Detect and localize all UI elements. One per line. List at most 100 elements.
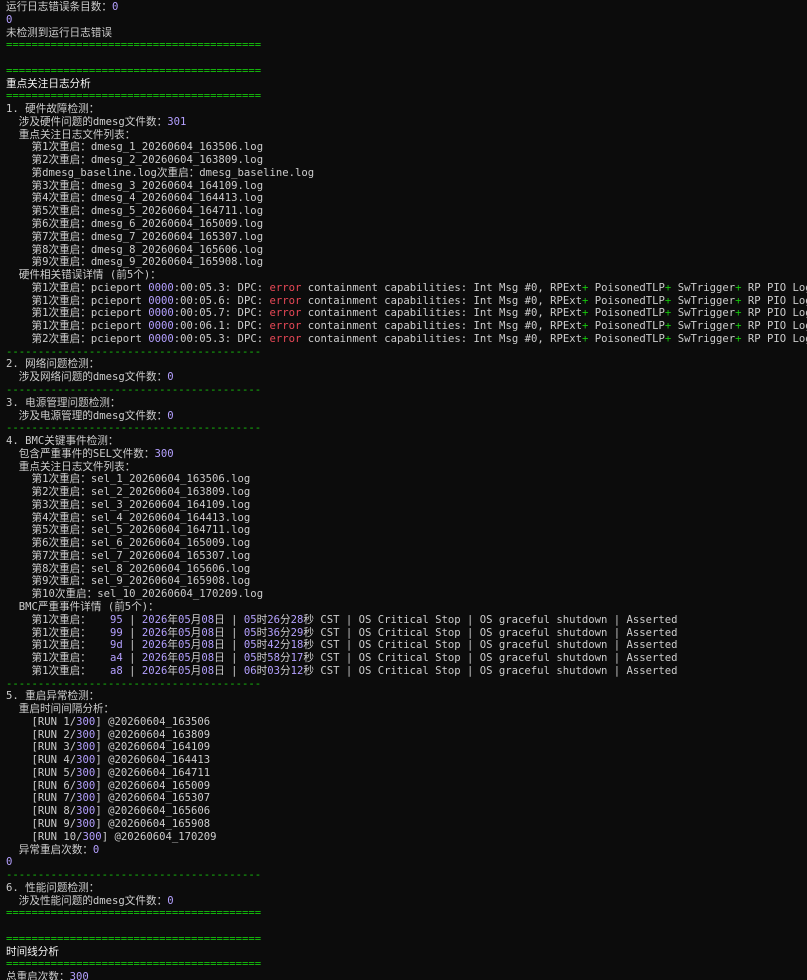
text-segment: 08	[201, 639, 215, 652]
text-segment: 时	[256, 652, 268, 665]
separator-line: ========================================	[0, 90, 807, 103]
text-segment: 第9次重启：sel_9_20260604_165908.log	[31, 575, 251, 588]
text-segment: 日 |	[214, 613, 244, 626]
separator-line: ========================================	[0, 65, 807, 78]
text-segment: RP PIO Log 6, DL_ActiveErr	[747, 294, 807, 307]
text-segment: 300	[69, 971, 89, 980]
output-line: 第3次重启：dmesg_3_20260604_164109.log	[0, 180, 807, 193]
output-line: 第3次重启：sel_3_20260604_164109.log	[0, 499, 807, 512]
output-line: 第1次重启： a8 | 2026年05月08日 | 06时03分12秒 CST …	[0, 665, 807, 678]
text-segment: 36	[267, 626, 280, 639]
text-segment: 第1次重启：pcieport	[31, 294, 149, 307]
text-segment: 年	[167, 652, 179, 665]
output-line: 6. 性能问题检测：	[0, 882, 807, 895]
text-segment: 第1次重启：	[31, 626, 110, 639]
text-segment: 5. 重启异常检测：	[6, 690, 100, 703]
text-segment: 0000	[148, 320, 174, 333]
text-segment: 月	[190, 626, 202, 639]
text-segment: 2026	[141, 626, 168, 639]
text-segment: 2026	[141, 639, 168, 652]
text-segment: 05	[243, 626, 257, 639]
text-segment: [RUN 8/	[31, 805, 77, 818]
output-line: 第2次重启：pcieport 0000:00:05.3: DPC: error …	[0, 333, 807, 346]
text-segment: a8	[110, 664, 123, 677]
output-line: 第1次重启：pcieport 0000:00:05.7: DPC: error …	[0, 307, 807, 320]
text-segment: 涉及硬件问题的dmesg文件数：	[18, 115, 168, 128]
text-segment: 301	[167, 115, 187, 128]
output-line: 第9次重启：dmesg_9_20260604_165908.log	[0, 256, 807, 269]
output-line: 第8次重启：dmesg_8_20260604_165606.log	[0, 244, 807, 257]
text-segment: ----------------------------------------	[6, 383, 262, 396]
output-line: 重点关注日志文件列表：	[0, 129, 807, 142]
output-line: 第6次重启：dmesg_6_20260604_165009.log	[0, 218, 807, 231]
text-segment: 异常重启次数：	[18, 843, 93, 856]
text-segment: error	[269, 307, 302, 320]
text-segment: 年	[167, 639, 179, 652]
output-line: [RUN 4/300] @20260604_164413	[0, 754, 807, 767]
output-line: 第4次重启：dmesg_4_20260604_164413.log	[0, 192, 807, 205]
text-segment: 日 |	[214, 639, 244, 652]
text-segment: SwTrigger	[671, 294, 736, 307]
terminal-output[interactable]: 运行日志错误条目数：0 0 未检测到运行日志错误 ==================…	[0, 0, 807, 980]
output-line: 第1次重启： 95 | 2026年05月08日 | 05时26分28秒 CST …	[0, 614, 807, 627]
text-segment: 时间线分析	[6, 945, 59, 958]
text-segment: 日 |	[214, 664, 244, 677]
text-segment: 300	[76, 754, 96, 767]
text-segment: containment capabilities: Int Msg #0, RP…	[301, 281, 582, 294]
text-segment: ] @20260604_163809	[95, 728, 211, 741]
output-line: 3. 电源管理问题检测：	[0, 397, 807, 410]
text-segment: 重点关注日志文件列表：	[18, 460, 136, 473]
text-segment: |	[122, 652, 142, 665]
text-segment: 第2次重启：pcieport	[31, 332, 149, 345]
text-segment: 2026	[141, 613, 168, 626]
text-segment: 第9次重启：dmesg_9_20260604_165908.log	[31, 256, 264, 269]
text-segment: 300	[76, 741, 96, 754]
text-segment: error	[269, 294, 302, 307]
output-line: 重启时间间隔分析：	[0, 703, 807, 716]
text-segment: 第8次重启：sel_8_20260604_165606.log	[31, 562, 251, 575]
text-segment: 300	[76, 779, 96, 792]
text-segment: 9d	[110, 639, 123, 652]
text-segment: 300	[76, 818, 96, 830]
text-segment: 0	[111, 1, 119, 13]
text-segment: 08	[201, 652, 215, 665]
text-segment: ========================================	[6, 64, 262, 77]
text-segment: 300	[82, 830, 102, 843]
text-segment: [RUN 3/	[31, 741, 77, 754]
output-line: [RUN 2/300] @20260604_163809	[0, 729, 807, 742]
output-line: 涉及性能问题的dmesg文件数：0	[0, 895, 807, 908]
text-segment: 涉及性能问题的dmesg文件数：	[18, 894, 168, 907]
separator-line: ----------------------------------------	[0, 869, 807, 882]
separator-line: ----------------------------------------	[0, 346, 807, 359]
text-segment: 第1次重启：	[31, 613, 110, 626]
text-segment: 未检测到运行日志错误	[6, 26, 112, 39]
output-line: 重点关注日志文件列表：	[0, 461, 807, 474]
text-segment: 0000	[148, 332, 174, 345]
text-segment: |	[122, 626, 142, 639]
text-segment: ========================================	[6, 907, 262, 920]
text-segment: 第1次重启：	[31, 664, 110, 677]
text-segment: 2. 网络问题检测：	[6, 358, 100, 371]
text-segment: 05	[178, 613, 191, 626]
text-segment: 硬件相关错误详情 (前5个)：	[18, 269, 161, 282]
text-segment: 重点关注日志分析	[6, 77, 91, 90]
text-segment: [RUN 4/	[31, 754, 77, 767]
text-segment: 时	[256, 613, 268, 626]
text-segment: 2026	[141, 652, 168, 665]
text-segment: 第2次重启：sel_2_20260604_163809.log	[31, 486, 251, 499]
output-line: 0	[0, 14, 807, 27]
